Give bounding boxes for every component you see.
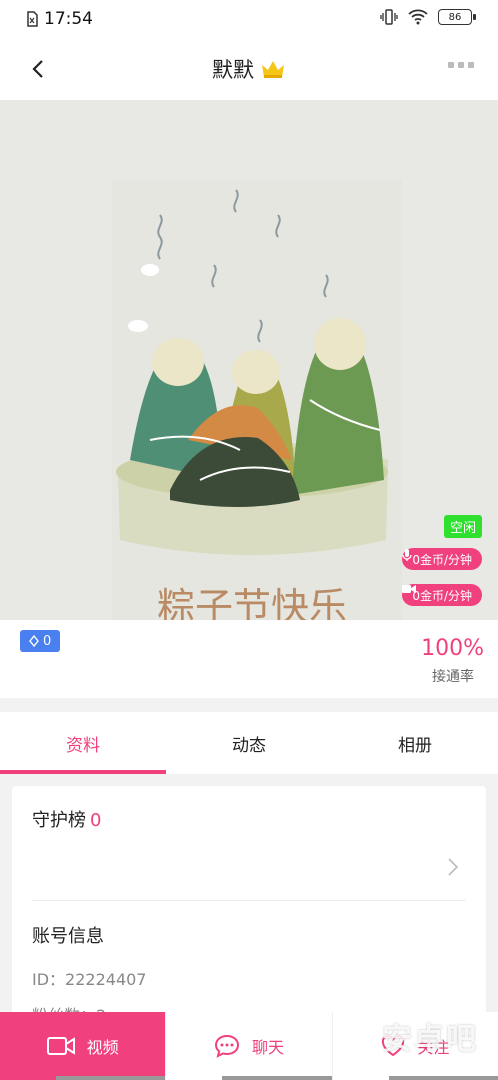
video-camera-icon <box>46 1037 75 1055</box>
watermark: 安卓吧 <box>382 1022 478 1057</box>
video-camera-icon <box>402 585 417 593</box>
tab-moments[interactable]: 动态 <box>166 712 332 774</box>
gem-badge: 0 <box>20 630 61 652</box>
video-call-button[interactable]: 视频 <box>0 1012 166 1080</box>
connect-rate-label: 接通率 <box>432 669 474 685</box>
microphone-icon <box>402 549 412 561</box>
profile-cover[interactable]: 粽子节快乐 空闲 0金币/分钟 0金币/分钟 <box>0 100 498 620</box>
artwork-greeting: 粽子节快乐 <box>157 585 347 620</box>
battery-icon: 86 <box>438 9 476 25</box>
username: 默默 <box>212 58 254 82</box>
vibrate-icon <box>380 9 398 25</box>
status-badge: 空闲 <box>443 515 482 538</box>
video-call-label: 视频 <box>86 1038 119 1057</box>
voice-price-badge: 0金币/分钟 <box>402 548 482 570</box>
guard-ranking-title[interactable]: 守护榜 0 <box>32 806 101 832</box>
status-bar: 17:54 86 <box>0 0 498 40</box>
video-price-badge: 0金币/分钟 <box>402 584 482 606</box>
cover-artwork: 粽子节快乐 <box>112 180 402 620</box>
status-time: 17:54 <box>44 9 93 29</box>
more-dots-icon <box>448 62 454 68</box>
battery-level: 86 <box>448 11 462 23</box>
crown-icon <box>262 61 284 78</box>
connect-rate-value: 100% <box>421 636 484 661</box>
profile-tabs: 资料 动态 相册 <box>0 712 498 774</box>
diamond-icon <box>29 635 39 647</box>
guard-ranking-label: 守护榜 <box>32 810 86 831</box>
status-left: 17:54 <box>26 9 93 29</box>
info-strip: 0 100% 接通率 <box>0 620 498 698</box>
chevron-right-icon[interactable] <box>448 858 458 876</box>
guard-ranking-count: 0 <box>90 810 102 831</box>
account-info-title: 账号信息 <box>32 926 104 947</box>
tab-album[interactable]: 相册 <box>332 712 498 774</box>
wifi-icon <box>408 9 428 25</box>
page-title: 默默 <box>0 54 498 84</box>
voice-price: 0金币/分钟 <box>412 552 472 567</box>
account-id: ID：22224407 <box>32 970 147 989</box>
chat-bubble-icon <box>214 1034 239 1058</box>
video-price: 0金币/分钟 <box>412 588 472 603</box>
divider <box>32 900 466 901</box>
sim-card-icon <box>27 11 38 27</box>
nav-bar: 默默 <box>0 40 498 100</box>
gem-count: 0 <box>43 633 52 649</box>
chat-label: 聊天 <box>251 1038 284 1057</box>
more-button[interactable] <box>448 62 474 68</box>
status-right: 86 <box>380 9 476 25</box>
chat-button[interactable]: 聊天 <box>165 1012 332 1080</box>
tab-profile[interactable]: 资料 <box>0 712 166 774</box>
